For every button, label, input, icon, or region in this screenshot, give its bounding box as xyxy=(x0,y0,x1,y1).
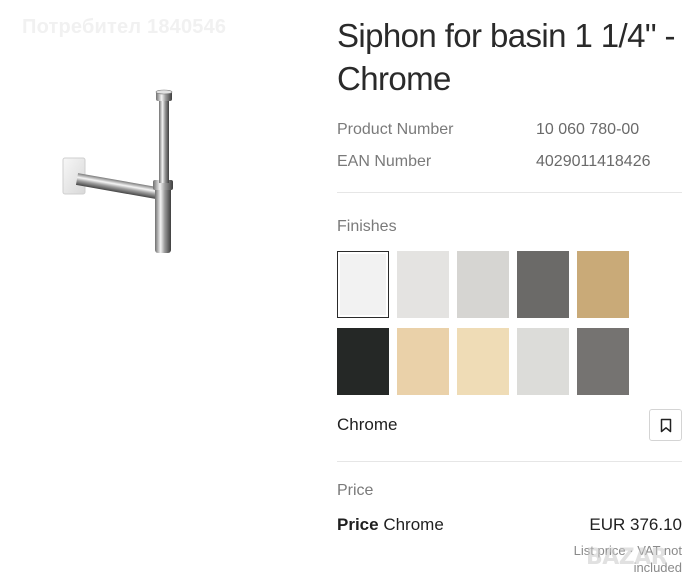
price-value: EUR 376.10 xyxy=(589,515,682,534)
finish-swatch-light-gold[interactable] xyxy=(457,328,509,395)
bookmark-button[interactable] xyxy=(649,409,682,441)
finish-swatch-champagne[interactable] xyxy=(397,328,449,395)
bookmark-icon xyxy=(660,418,671,432)
spec-label-ean-number: EAN Number xyxy=(337,153,432,170)
spec-value-ean-number: 4029011418426 xyxy=(536,153,651,170)
finish-swatch-brushed-silver[interactable] xyxy=(517,328,569,395)
price-variant-line: Price Chrome xyxy=(337,515,444,535)
bazar-watermark-logo: BAZAR xyxy=(586,545,668,570)
selected-finish-name: Chrome xyxy=(337,415,398,434)
price-label: Price xyxy=(337,482,374,499)
finish-swatch-light-grey[interactable] xyxy=(457,251,509,318)
finish-swatch-chrome[interactable] xyxy=(337,251,389,318)
finish-swatch-matte-black[interactable] xyxy=(337,328,389,395)
price-variant: Chrome xyxy=(383,515,444,534)
finish-swatch-brushed-white[interactable] xyxy=(397,251,449,318)
divider xyxy=(337,461,682,462)
finish-swatch-brushed-gold[interactable] xyxy=(577,251,629,318)
product-title: Siphon for basin 1 1/4" - Chrome xyxy=(337,17,676,97)
divider xyxy=(337,192,682,193)
finish-swatch-graphite[interactable] xyxy=(577,328,629,395)
finish-swatch-dark-grey[interactable] xyxy=(517,251,569,318)
spec-label-product-number: Product Number xyxy=(337,121,454,138)
spec-value-product-number: 10 060 780-00 xyxy=(536,121,640,138)
finishes-label: Finishes xyxy=(337,218,397,235)
price-prefix: Price xyxy=(337,515,379,534)
user-watermark: Потребител 1840546 xyxy=(22,16,227,38)
product-image xyxy=(62,89,173,253)
